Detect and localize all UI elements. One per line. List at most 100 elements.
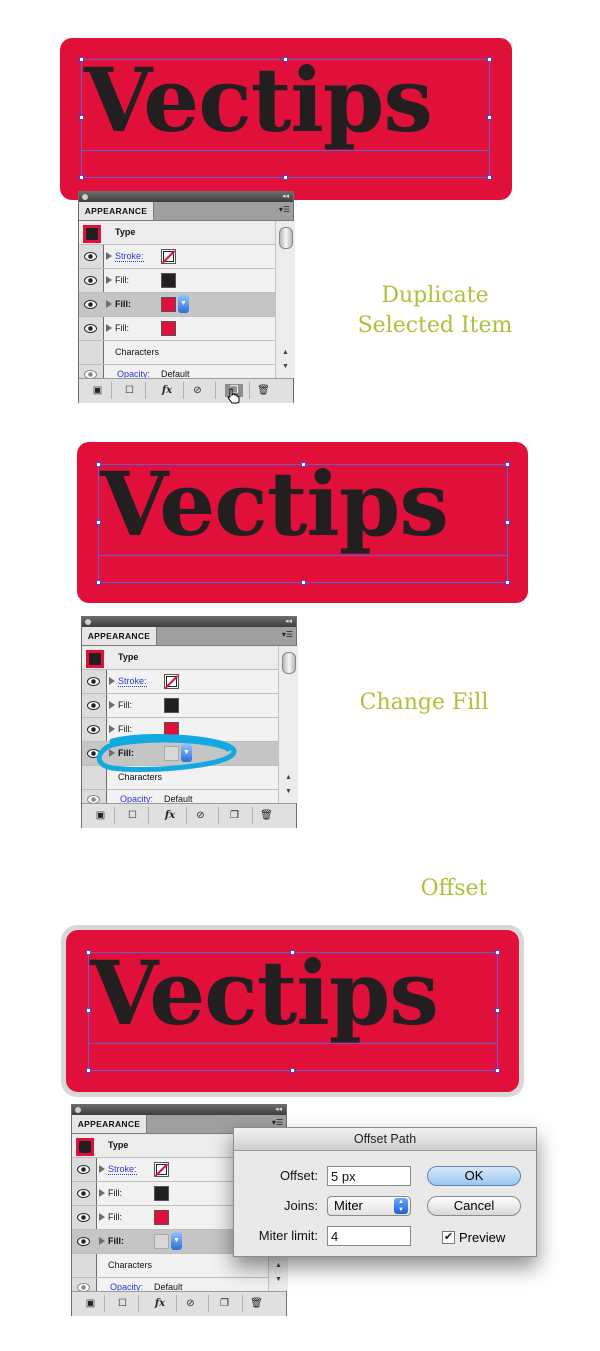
selection-handle[interactable] [290, 1068, 295, 1073]
panel-titlebar[interactable]: ◂◂ [72, 1105, 286, 1115]
tab-appearance[interactable]: APPEARANCE [72, 1115, 147, 1133]
selection-handle[interactable] [487, 57, 492, 62]
stroke-label[interactable]: Stroke: [115, 251, 144, 262]
clear-appearance-icon[interactable]: ⊘ [184, 1297, 197, 1310]
add-new-fill-icon[interactable]: ☐ [116, 1297, 129, 1310]
offset-input[interactable] [327, 1166, 411, 1186]
selection-handle[interactable] [301, 462, 306, 467]
scroll-up-icon[interactable]: ▲ [282, 349, 289, 356]
selection-handle[interactable] [495, 1008, 500, 1013]
fx-effect-icon[interactable]: fx [160, 809, 180, 822]
add-new-stroke-icon[interactable]: ▣ [84, 1297, 97, 1310]
expand-triangle-icon[interactable] [109, 677, 115, 685]
row-opacity[interactable]: Opacity: Default [82, 790, 278, 803]
add-new-stroke-icon[interactable]: ▣ [91, 384, 104, 397]
selection-handle[interactable] [283, 57, 288, 62]
expand-triangle-icon[interactable] [109, 725, 115, 733]
row-fill[interactable]: Fill: [79, 317, 275, 341]
add-new-stroke-icon[interactable]: ▣ [94, 809, 107, 822]
expand-triangle-icon[interactable] [106, 324, 112, 332]
fill-swatch-dark[interactable] [164, 698, 179, 713]
add-new-fill-icon[interactable]: ☐ [123, 384, 136, 397]
selection-handle[interactable] [487, 175, 492, 180]
fx-effect-icon[interactable]: fx [150, 1297, 170, 1310]
eye-icon[interactable] [77, 1165, 90, 1174]
selection-handle[interactable] [96, 580, 101, 585]
swatch-dropdown-icon[interactable]: ▼ [171, 1232, 182, 1250]
selection-handle[interactable] [505, 520, 510, 525]
scroll-up-icon[interactable]: ▲ [285, 774, 292, 781]
clear-appearance-icon[interactable]: ⊘ [194, 809, 207, 822]
close-icon[interactable] [85, 619, 91, 625]
eye-icon[interactable] [84, 276, 97, 285]
trash-icon[interactable]: 🗑 [250, 1297, 263, 1310]
row-characters[interactable]: Characters [79, 341, 275, 365]
eye-icon[interactable] [77, 1283, 90, 1291]
expand-triangle-icon[interactable] [99, 1237, 105, 1245]
expand-triangle-icon[interactable] [99, 1213, 105, 1221]
fill-swatch-red[interactable] [161, 321, 176, 336]
eye-icon[interactable] [87, 701, 100, 710]
tab-appearance[interactable]: APPEARANCE [79, 202, 154, 220]
row-fill[interactable]: Fill: [79, 269, 275, 293]
panel-menu-icon[interactable]: ▾☰ [272, 1118, 283, 1127]
selection-handle[interactable] [495, 1068, 500, 1073]
stroke-label[interactable]: Stroke: [118, 676, 147, 687]
collapse-icon[interactable]: ◂◂ [282, 192, 289, 202]
ok-button[interactable]: OK [427, 1166, 521, 1186]
row-type[interactable]: Type [79, 221, 275, 245]
fill-swatch-light[interactable] [154, 1234, 169, 1249]
fx-effect-icon[interactable]: fx [157, 384, 177, 397]
selection-handle[interactable] [290, 950, 295, 955]
selection-handle[interactable] [505, 580, 510, 585]
add-new-fill-icon[interactable]: ☐ [126, 809, 139, 822]
scroll-thumb[interactable] [279, 227, 293, 249]
selection-handle[interactable] [79, 115, 84, 120]
fill-swatch-red[interactable] [154, 1210, 169, 1225]
preview-checkbox[interactable]: ✔ [442, 1231, 455, 1244]
eye-icon[interactable] [84, 252, 97, 261]
select-stepper-icon[interactable]: ▲ ▼ [394, 1198, 408, 1214]
scroll-down-icon[interactable]: ▼ [285, 788, 292, 795]
panel-titlebar[interactable]: ◂◂ [79, 192, 293, 202]
clear-appearance-icon[interactable]: ⊘ [191, 384, 204, 397]
selection-handle[interactable] [487, 115, 492, 120]
selection-handle[interactable] [86, 1008, 91, 1013]
miter-limit-input[interactable] [327, 1226, 411, 1246]
row-opacity[interactable]: Opacity: Default [79, 365, 275, 378]
collapse-icon[interactable]: ◂◂ [285, 617, 292, 627]
row-characters[interactable]: Characters [72, 1254, 268, 1278]
row-opacity[interactable]: Opacity: Default [72, 1278, 268, 1291]
trash-icon[interactable]: 🗑 [260, 809, 273, 822]
expand-triangle-icon[interactable] [106, 300, 112, 308]
stroke-swatch[interactable] [164, 674, 179, 689]
collapse-icon[interactable]: ◂◂ [275, 1105, 282, 1115]
panel-menu-icon[interactable]: ▾☰ [279, 205, 290, 214]
opacity-label[interactable]: Opacity: [117, 369, 150, 378]
dialog-title[interactable]: Offset Path [234, 1128, 536, 1151]
stroke-swatch[interactable] [161, 249, 176, 264]
fill-swatch-dark[interactable] [154, 1186, 169, 1201]
panel-titlebar[interactable]: ◂◂ [82, 617, 296, 627]
expand-triangle-icon[interactable] [109, 701, 115, 709]
eye-icon[interactable] [77, 1237, 90, 1246]
row-stroke[interactable]: Stroke: [82, 670, 278, 694]
swatch-dropdown-icon[interactable]: ▼ [178, 295, 189, 313]
selection-handle[interactable] [86, 950, 91, 955]
selection-handle[interactable] [301, 580, 306, 585]
scroll-up-icon[interactable]: ▲ [275, 1262, 282, 1269]
expand-triangle-icon[interactable] [99, 1189, 105, 1197]
close-icon[interactable] [75, 1107, 81, 1113]
panel-menu-icon[interactable]: ▾☰ [282, 630, 293, 639]
scroll-down-icon[interactable]: ▼ [282, 363, 289, 370]
panel-scrollbar[interactable]: ▲ ▼ [278, 646, 298, 803]
expand-triangle-icon[interactable] [106, 276, 112, 284]
selection-handle[interactable] [505, 462, 510, 467]
trash-icon[interactable]: 🗑 [257, 384, 270, 397]
scroll-down-icon[interactable]: ▼ [275, 1276, 282, 1283]
close-icon[interactable] [82, 194, 88, 200]
fill-swatch-dark[interactable] [161, 273, 176, 288]
stroke-label[interactable]: Stroke: [108, 1164, 137, 1175]
panel-scrollbar[interactable]: ▲ ▼ [275, 221, 295, 378]
selection-handle[interactable] [283, 175, 288, 180]
